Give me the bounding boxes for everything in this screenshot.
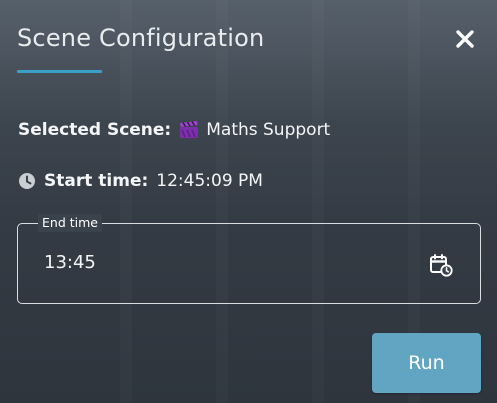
run-button[interactable]: Run: [372, 333, 481, 393]
dialog-title: Scene Configuration: [17, 24, 265, 52]
selected-scene-label: Selected Scene:: [18, 120, 172, 140]
clapperboard-icon: [179, 121, 199, 139]
scene-configuration-dialog: Scene Configuration Selected Scene: Math…: [0, 0, 497, 403]
background-stripe: [120, 0, 132, 403]
title-underline: [17, 70, 102, 73]
selected-scene-row: Selected Scene: Maths Support: [18, 120, 330, 140]
background-stripe: [312, 0, 324, 403]
end-time-legend: End time: [38, 214, 102, 232]
start-time-label: Start time:: [44, 171, 149, 191]
clock-icon: [18, 172, 36, 190]
end-time-input[interactable]: [44, 252, 404, 273]
start-time-row: Start time: 12:45:09 PM: [18, 171, 263, 191]
start-time-value: 12:45:09 PM: [156, 171, 263, 191]
end-time-field[interactable]: End time: [17, 214, 481, 304]
calendar-clock-icon: [430, 254, 453, 277]
background-stripe: [216, 0, 228, 403]
calendar-picker-button[interactable]: [428, 252, 454, 278]
close-button[interactable]: [452, 26, 478, 52]
close-icon: [456, 30, 474, 48]
selected-scene-name: Maths Support: [206, 120, 331, 140]
